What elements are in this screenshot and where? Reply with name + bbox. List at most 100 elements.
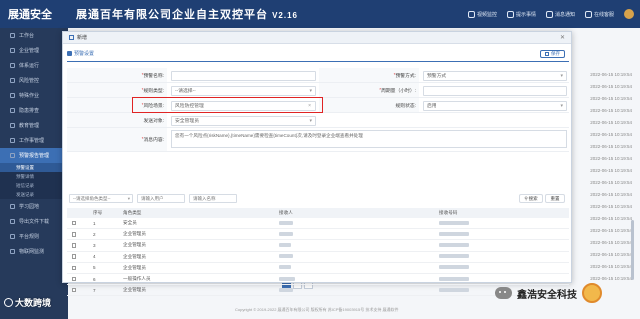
sidebar-item-workbench[interactable]: 工作台 bbox=[0, 28, 68, 43]
row-checkbox[interactable] bbox=[71, 220, 77, 226]
rule-status-label: 规则状态: bbox=[319, 98, 419, 112]
row-checkbox-cell bbox=[67, 220, 81, 226]
send-target-select[interactable]: 安全管理员 ▾ bbox=[171, 115, 316, 126]
background-time-cell: 2022-06-15 10:19:54 bbox=[590, 240, 632, 245]
sidebar-item-rules[interactable]: 平台规则 bbox=[0, 229, 68, 244]
sidebar-item-iot[interactable]: 物联网监测 bbox=[0, 244, 68, 259]
rule-type-select[interactable]: --请选择-- ▾ bbox=[171, 85, 316, 96]
warning-name-label: * 预警名称: bbox=[67, 68, 167, 82]
rule-type-label: * 规则类型: bbox=[67, 83, 167, 97]
close-icon[interactable]: ✕ bbox=[560, 34, 565, 41]
background-time-cell: 2022-06-15 10:19:54 bbox=[590, 84, 632, 89]
save-icon bbox=[545, 52, 549, 56]
sidebar-item-export[interactable]: 导出文件下载 bbox=[0, 214, 68, 229]
row-phone bbox=[417, 254, 567, 259]
search-button[interactable]: ⚲ 搜索 bbox=[519, 194, 543, 203]
rule-status-select[interactable]: 启用 ▾ bbox=[423, 100, 567, 111]
save-button[interactable]: 保存 bbox=[540, 50, 565, 58]
table-row[interactable]: 6 一般操作人员 bbox=[67, 274, 569, 286]
warning-method-select[interactable]: 预警方式 ▾ bbox=[423, 70, 567, 81]
table-row[interactable]: 3 企业管理员 bbox=[67, 240, 569, 252]
section-title: 预警设置 bbox=[67, 50, 94, 57]
clear-icon[interactable]: × bbox=[308, 103, 311, 109]
table-row[interactable]: 2 企业管理员 bbox=[67, 229, 569, 241]
top-nav-video-label: 视频监控 bbox=[476, 11, 497, 18]
watermark-left-text: 大数跨境 bbox=[15, 298, 52, 308]
row-receiver bbox=[267, 265, 417, 270]
sidebar-subitem-warning-settings[interactable]: 预警设置 bbox=[0, 163, 68, 172]
section-divider bbox=[67, 61, 569, 62]
row-checkbox[interactable] bbox=[71, 232, 77, 237]
download-icon bbox=[10, 219, 15, 224]
top-nav-service[interactable]: 在线客服 bbox=[584, 9, 614, 19]
app-title: 展通百年有限公司企业自主双控平台 V2.16 bbox=[76, 6, 298, 22]
row-role: 一般操作人员 bbox=[123, 276, 151, 282]
sidebar-item-special-work[interactable]: 特殊作业 bbox=[0, 88, 68, 103]
sidebar-subitem-send-records[interactable]: 发送记录 bbox=[0, 190, 68, 199]
sidebar-item-hazard[interactable]: 隐患排查 bbox=[0, 103, 68, 118]
row-phone bbox=[417, 265, 567, 270]
send-target-label: 发送对象: bbox=[67, 113, 167, 127]
user-filter-input[interactable]: 请输入用户 bbox=[137, 194, 185, 203]
save-button-label: 保存 bbox=[551, 51, 560, 56]
sidebar-item-risk[interactable]: 风险管控 bbox=[0, 73, 68, 88]
cycle-input[interactable] bbox=[423, 85, 567, 96]
table-scrollbar[interactable] bbox=[631, 220, 634, 280]
background-time-cell: 2022-06-15 10:19:54 bbox=[590, 96, 632, 101]
row-checkbox[interactable] bbox=[71, 243, 77, 248]
table-row[interactable]: 1 安全员 bbox=[67, 218, 569, 230]
sidebar-item-label: 预警报告管理 bbox=[19, 153, 50, 159]
background-time-cell: 2022-06-15 10:19:54 bbox=[590, 180, 632, 185]
redacted-receiver bbox=[279, 254, 293, 259]
row-role: 企业管理员 bbox=[123, 242, 146, 248]
sidebar-item-enterprise[interactable]: 企业管理 bbox=[0, 43, 68, 58]
sidebar-item-warning-report[interactable]: 预警报告管理 bbox=[0, 148, 68, 163]
sidebar-item-learning[interactable]: 学习园地 bbox=[0, 199, 68, 214]
row-no: 6 bbox=[93, 276, 96, 282]
top-nav-messages-label: 消息通知 bbox=[554, 11, 575, 18]
background-time-cell: 2022-06-15 10:19:54 bbox=[590, 144, 632, 149]
warning-method-label: * 预警方式: bbox=[319, 68, 419, 82]
modal-title: 新增 bbox=[77, 35, 88, 41]
sidebar-item-label: 工作台 bbox=[19, 33, 35, 39]
sidebar-item-education[interactable]: 教育管理 bbox=[0, 118, 68, 133]
role-type-filter[interactable]: --请选择角色类型-- ▾ bbox=[69, 194, 133, 203]
background-time-cell: 2022-06-15 10:19:54 bbox=[590, 120, 632, 125]
row-checkbox[interactable] bbox=[71, 265, 77, 271]
name-filter-input[interactable]: 请输入名称 bbox=[189, 194, 237, 203]
row-checkbox[interactable] bbox=[71, 287, 77, 293]
content-textarea[interactable]: 您有一个风险点{riskName},{timeName}需要检查{timeCou… bbox=[171, 130, 567, 148]
table-row[interactable]: 5 企业管理员 bbox=[67, 263, 569, 274]
table-row[interactable]: 7 企业管理员 bbox=[67, 285, 569, 297]
sidebar-item-work-matters[interactable]: 工作事管理 bbox=[0, 133, 68, 148]
row-phone bbox=[417, 276, 567, 282]
sidebar-subitem-sms-records[interactable]: 短信记录 bbox=[0, 181, 68, 190]
avatar[interactable] bbox=[624, 9, 634, 19]
report-icon bbox=[10, 153, 15, 158]
chevron-down-icon: ▾ bbox=[560, 102, 563, 109]
row-checkbox-cell bbox=[67, 287, 81, 293]
redacted-phone bbox=[439, 231, 469, 236]
row-role: 安全员 bbox=[123, 220, 137, 226]
row-role: 企业管理员 bbox=[123, 287, 146, 293]
sidebar-item-system[interactable]: 体系运行 bbox=[0, 58, 68, 73]
rule-status-value: 启用 bbox=[427, 104, 437, 109]
row-receiver bbox=[267, 242, 417, 248]
reset-button[interactable]: 重置 bbox=[545, 194, 565, 203]
redacted-receiver bbox=[279, 220, 293, 225]
background-time-cell: 2022-06-15 10:19:54 bbox=[590, 156, 632, 161]
warning-name-input[interactable] bbox=[171, 70, 316, 81]
redacted-phone bbox=[439, 220, 469, 225]
row-checkbox[interactable] bbox=[71, 276, 77, 282]
sidebar-subitem-warning-details[interactable]: 预警详情 bbox=[0, 172, 68, 181]
warning-icon bbox=[10, 108, 15, 113]
top-nav-video[interactable]: 视频监控 bbox=[467, 9, 497, 19]
scenario-select[interactable]: 风险防控管理 × bbox=[171, 100, 316, 111]
top-nav-tips[interactable]: 提示事情 bbox=[506, 9, 536, 19]
chevron-down-icon: ▾ bbox=[560, 72, 563, 79]
top-nav-messages[interactable]: 消息通知 bbox=[545, 9, 575, 19]
row-no: 1 bbox=[93, 220, 96, 226]
table-row[interactable]: 4 企业管理员 bbox=[67, 252, 569, 263]
tool-icon bbox=[10, 93, 15, 98]
row-checkbox[interactable] bbox=[71, 254, 77, 259]
